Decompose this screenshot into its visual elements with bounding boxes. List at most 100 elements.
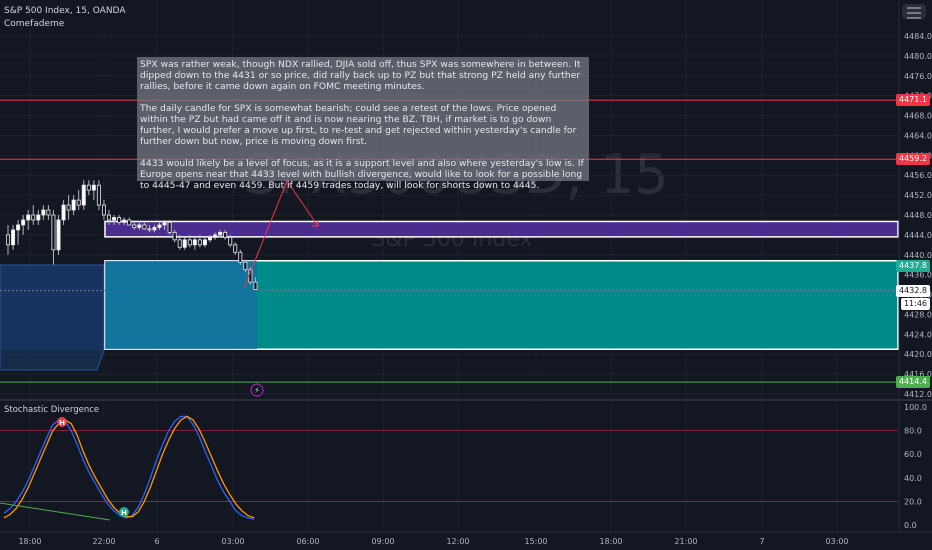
candle-body — [76, 199, 81, 206]
stochastic-title: Stochastic Divergence — [4, 405, 100, 415]
note-paragraph: 4433 would likely be a level of focus, a… — [140, 158, 584, 191]
candle-body — [11, 229, 16, 246]
candle-body — [66, 204, 71, 211]
candle-body — [157, 224, 162, 228]
time-tick-label: 18:00 — [599, 537, 622, 546]
stoch-tick-label: 20.0 — [904, 497, 922, 506]
candle-body — [101, 204, 106, 216]
stoch-tick-label: 80.0 — [904, 427, 922, 436]
candle-body — [147, 228, 152, 231]
candle-body — [16, 224, 21, 231]
candle-body — [107, 214, 112, 221]
candle-body — [81, 184, 86, 206]
candle-body — [238, 251, 243, 263]
price-badge: 4414.4 — [896, 376, 930, 389]
price-tick-label: 4464.0 — [904, 131, 932, 140]
candle-body — [26, 214, 31, 221]
divergence-label: H — [121, 509, 127, 517]
time-tick-label: 6 — [154, 537, 159, 546]
candle-body — [228, 236, 233, 246]
candle-body — [96, 184, 101, 206]
candle-body — [233, 244, 238, 253]
candle-body — [142, 224, 147, 230]
price-badge: 4471.1 — [896, 94, 930, 107]
candle-body — [177, 239, 182, 248]
price-badge: 4437.8 — [896, 259, 930, 272]
candle-body — [218, 232, 223, 236]
price-tick-label: 4428.0 — [904, 310, 932, 319]
candle-body — [71, 199, 76, 211]
time-tick-label: 18:00 — [18, 537, 41, 546]
price-tick-label: 4420.0 — [904, 350, 932, 359]
price-tick-label: 4452.0 — [904, 191, 932, 200]
time-tick-label: 12:00 — [446, 537, 469, 546]
candle-body — [51, 214, 56, 251]
candle-body — [117, 217, 122, 223]
price-tick-label: 4444.0 — [904, 231, 932, 240]
candle-body — [202, 239, 207, 246]
text-note[interactable]: SPX was rather weak, though NDX rallied,… — [137, 57, 589, 191]
indicator-name: Comefademe — [4, 19, 65, 29]
candle-body — [36, 214, 41, 221]
price-tick-label: 4448.0 — [904, 211, 932, 220]
time-tick-label: 03:00 — [825, 537, 848, 546]
divergence-label: H — [59, 419, 65, 427]
candle-body — [132, 224, 137, 228]
candle-body — [197, 239, 202, 246]
candle-body — [162, 222, 167, 226]
candle-body — [213, 234, 218, 238]
price-tick-label: 4412.0 — [904, 390, 932, 399]
candle-body — [223, 232, 228, 238]
price-tick-label: 4436.0 — [904, 271, 932, 280]
candle-body — [86, 184, 91, 191]
price-badge: 4459.2 — [896, 153, 930, 166]
candle-body — [243, 261, 248, 271]
price-badge: 11:46 — [900, 297, 930, 310]
stoch-tick-label: 60.0 — [904, 450, 922, 459]
price-tick-label: 4480.0 — [904, 52, 932, 61]
price-tick-label: 4440.0 — [904, 251, 932, 260]
candle-body — [122, 219, 127, 223]
candle-body — [91, 184, 96, 191]
candle-body — [56, 219, 61, 251]
stoch-tick-label: 0.0 — [904, 521, 917, 530]
bz-history-overlay — [105, 260, 257, 350]
note-paragraph: SPX was rather weak, though NDX rallied,… — [140, 59, 581, 92]
candle-body — [21, 219, 26, 226]
candle-body — [192, 239, 197, 246]
price-tick-label: 4484.0 — [904, 32, 932, 41]
chart-title: S&P 500 Index, 15, OANDA — [4, 6, 126, 16]
price-badge: 4432.8 — [896, 284, 930, 297]
candle-body — [127, 219, 132, 226]
candle-body — [152, 227, 157, 231]
price-tick-label: 4456.0 — [904, 171, 932, 180]
candle-body — [46, 209, 51, 216]
time-tick-label: 21:00 — [674, 537, 697, 546]
time-tick-label: 22:00 — [92, 537, 115, 546]
candle-body — [172, 232, 177, 241]
candle-body — [41, 209, 46, 216]
menu-icon[interactable] — [902, 4, 926, 19]
candle-body — [137, 224, 142, 228]
time-tick-label: 09:00 — [371, 537, 394, 546]
candle-body — [112, 217, 117, 221]
lightning-glyph: ⚡ — [254, 386, 260, 395]
candle-body — [31, 214, 36, 221]
candle-body — [167, 222, 172, 233]
candle-body — [253, 281, 258, 290]
stoch-tick-label: 100.0 — [904, 403, 927, 412]
candle-body — [61, 204, 66, 221]
stoch-tick-label: 40.0 — [904, 474, 922, 483]
time-tick-label: 7 — [759, 537, 764, 546]
note-paragraph: The daily candle for SPX is somewhat bea… — [140, 103, 577, 147]
history-box-outline — [0, 264, 105, 371]
candle-body — [6, 234, 11, 246]
candle-body — [207, 236, 212, 241]
time-tick-label: 03:00 — [221, 537, 244, 546]
price-tick-label: 4468.0 — [904, 112, 932, 121]
candle-body — [187, 239, 192, 246]
price-tick-label: 4424.0 — [904, 330, 932, 339]
time-tick-label: 15:00 — [524, 537, 547, 546]
price-tick-label: 4476.0 — [904, 72, 932, 81]
candle-body — [182, 239, 187, 248]
